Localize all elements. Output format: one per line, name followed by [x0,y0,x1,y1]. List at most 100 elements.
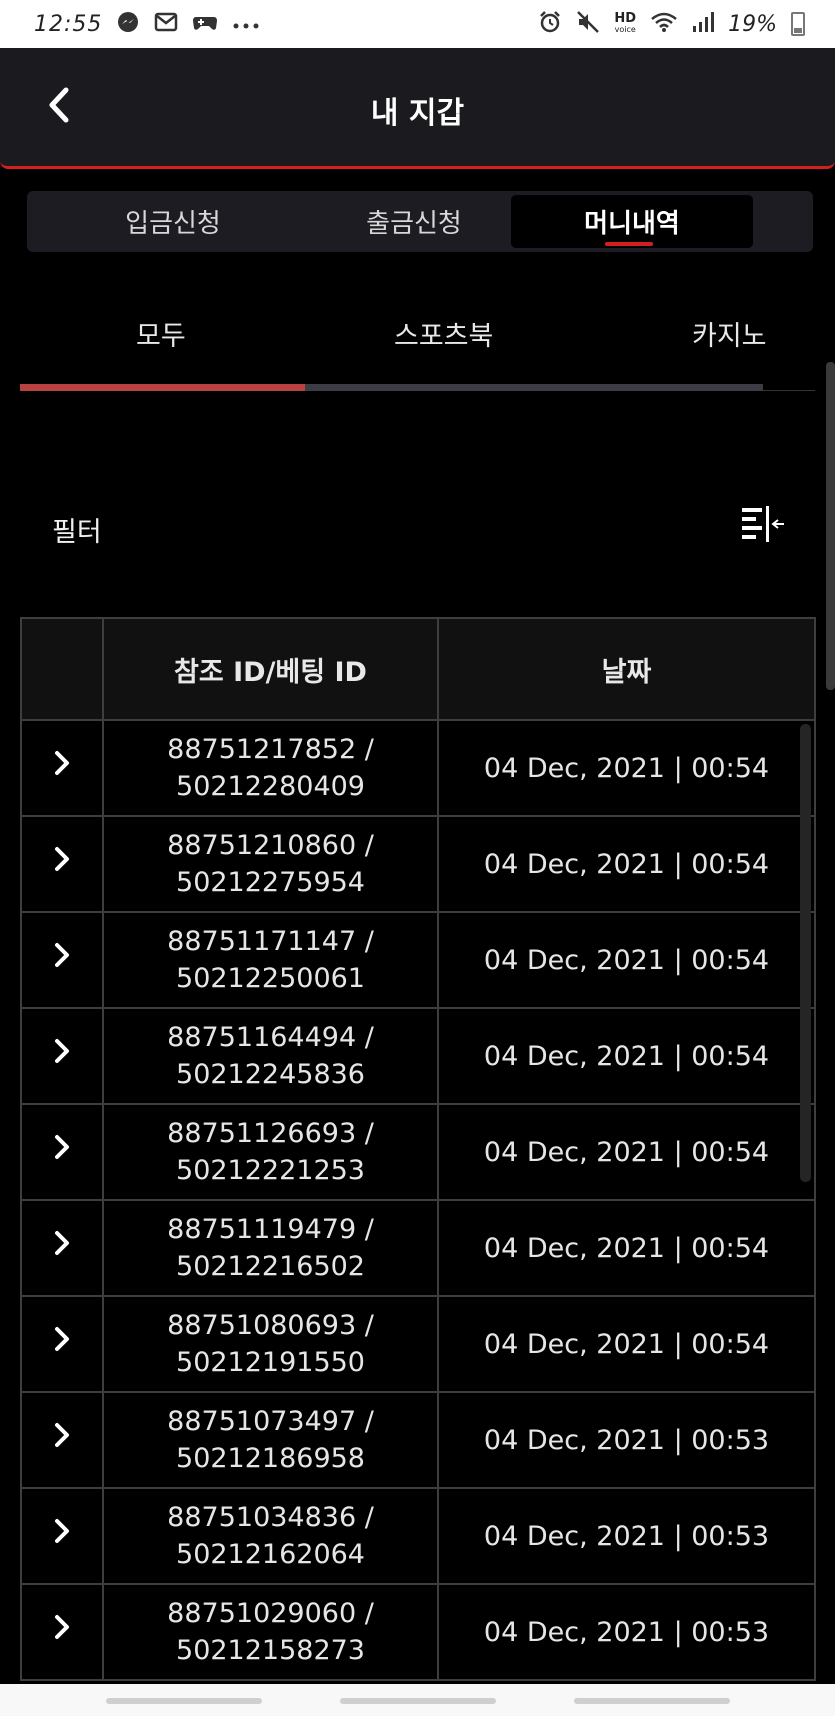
wallet-tabs: 입금신청 출금신청 머니내역 [27,191,813,252]
more-dots-icon [232,13,260,35]
table-row[interactable]: 88751119479 / 50212216502 04 Dec, 2021 | 0… [20,1199,816,1297]
bet-id: 50212191550 [176,1347,365,1378]
mail-icon [154,11,178,38]
bet-id: 50212216502 [176,1251,365,1282]
chevron-right-icon [55,1423,69,1447]
row-expand-cell[interactable] [20,911,104,1009]
row-expand-cell[interactable] [20,1007,104,1105]
ref-bet-id-cell: 88751126693 / 50212221253 [102,1103,439,1201]
ref-bet-id-cell: 88751034836 / 50212162064 [102,1487,439,1585]
table-row[interactable]: 88751080693 / 50212191550 04 Dec, 2021 | 0… [20,1295,816,1393]
row-expand-cell[interactable] [20,1391,104,1489]
bet-id: 50212245836 [176,1059,365,1090]
row-expand-cell[interactable] [20,1199,104,1297]
date-cell: 04 Dec, 2021 | 00:53 [437,1391,816,1489]
chevron-right-icon [55,1519,69,1543]
row-expand-cell[interactable] [20,1103,104,1201]
battery-percent: 19% [728,11,777,37]
ref-id: 88751164494 / [167,1022,374,1053]
tab-divider [763,390,815,391]
ref-id: 88751034836 / [167,1502,374,1533]
row-expand-cell[interactable] [20,1487,104,1585]
table-row[interactable]: 88751210860 / 50212275954 04 Dec, 2021 | 0… [20,815,816,913]
chevron-right-icon [55,1231,69,1255]
app-header: 내 지갑 [0,48,835,169]
ref-bet-id-cell: 88751029060 / 50212158273 [102,1583,439,1681]
category-tabs: 모두 스포츠북 카지노 [20,300,815,395]
mute-icon [576,10,600,39]
date-cell: 04 Dec, 2021 | 00:54 [437,1103,816,1201]
row-expand-cell[interactable] [20,815,104,913]
ref-id: 88751126693 / [167,1118,374,1149]
game-controller-icon [192,11,218,38]
header-expand-column [20,617,104,721]
bet-id: 50212221253 [176,1155,365,1186]
bet-id: 50212250061 [176,963,365,994]
ref-id: 88751210860 / [167,830,374,861]
table-scrollbar[interactable] [800,724,811,1182]
date-cell: 04 Dec, 2021 | 00:54 [437,815,816,913]
chevron-right-icon [55,1327,69,1351]
table-row[interactable]: 88751217852 / 50212280409 04 Dec, 2021 | 0… [20,719,816,817]
date-cell: 04 Dec, 2021 | 00:54 [437,911,816,1009]
bet-id: 50212162064 [176,1539,365,1570]
nav-home-button[interactable] [340,1698,496,1704]
system-nav-bar [0,1684,835,1716]
tab-money-history[interactable]: 머니내역 [511,195,753,248]
ref-id: 88751029060 / [167,1598,374,1629]
ref-bet-id-cell: 88751080693 / 50212191550 [102,1295,439,1393]
bet-id: 50212275954 [176,867,365,898]
active-tab-indicator [20,384,305,391]
chevron-right-icon [55,751,69,775]
tab-withdraw[interactable]: 출금신청 [293,195,535,248]
table-row[interactable]: 88751164494 / 50212245836 04 Dec, 2021 | 0… [20,1007,816,1105]
nav-recent-button[interactable] [106,1698,262,1704]
nav-back-button[interactable] [574,1698,730,1704]
filter-toggle-button[interactable] [740,504,786,546]
signal-icon [692,11,715,38]
tab-all[interactable]: 모두 [136,314,186,353]
voice-label: voice [614,25,636,34]
table-header-row: 참조 ID/베팅 ID 날짜 [20,617,816,721]
date-cell: 04 Dec, 2021 | 00:54 [437,1295,816,1393]
transaction-table: 참조 ID/베팅 ID 날짜 88751217852 / 50212280409 0… [20,617,816,1681]
page-title: 내 지갑 [370,96,465,131]
hd-voice-icon: HD voice [614,12,636,35]
ref-bet-id-cell: 88751164494 / 50212245836 [102,1007,439,1105]
ref-id: 88751217852 / [167,734,374,765]
row-expand-cell[interactable] [20,1583,104,1681]
date-cell: 04 Dec, 2021 | 00:54 [437,719,816,817]
header-date: 날짜 [437,617,816,721]
table-row[interactable]: 88751073497 / 50212186958 04 Dec, 2021 | 0… [20,1391,816,1489]
date-cell: 04 Dec, 2021 | 00:54 [437,1199,816,1297]
tab-sportsbook[interactable]: 스포츠북 [394,314,493,353]
row-expand-cell[interactable] [20,1295,104,1393]
page-scrollbar[interactable] [826,362,835,690]
bet-id: 50212280409 [176,771,365,802]
filter-collapse-icon [742,506,784,542]
table-row[interactable]: 88751171147 / 50212250061 04 Dec, 2021 | 0… [20,911,816,1009]
chevron-right-icon [55,847,69,871]
ref-id: 88751073497 / [167,1406,374,1437]
row-expand-cell[interactable] [20,719,104,817]
ref-bet-id-cell: 88751210860 / 50212275954 [102,815,439,913]
ref-bet-id-cell: 88751217852 / 50212280409 [102,719,439,817]
date-cell: 04 Dec, 2021 | 00:53 [437,1583,816,1681]
date-cell: 04 Dec, 2021 | 00:54 [437,1007,816,1105]
table-row[interactable]: 88751034836 / 50212162064 04 Dec, 2021 | 0… [20,1487,816,1585]
chevron-right-icon [55,1039,69,1063]
table-row[interactable]: 88751126693 / 50212221253 04 Dec, 2021 | 0… [20,1103,816,1201]
header-ref-id: 참조 ID/베팅 ID [102,617,439,721]
ref-bet-id-cell: 88751171147 / 50212250061 [102,911,439,1009]
status-bar: 12:55 HD voice 19% [0,0,835,48]
chevron-right-icon [55,1615,69,1639]
status-right: HD voice 19% [538,10,805,39]
bet-id: 50212186958 [176,1443,365,1474]
battery-icon [791,12,805,36]
tab-deposit[interactable]: 입금신청 [52,195,294,248]
table-row[interactable]: 88751029060 / 50212158273 04 Dec, 2021 | 0… [20,1583,816,1681]
ref-id: 88751080693 / [167,1310,374,1341]
messenger-icon [116,10,140,39]
chevron-right-icon [55,943,69,967]
tab-casino[interactable]: 카지노 [692,314,767,353]
